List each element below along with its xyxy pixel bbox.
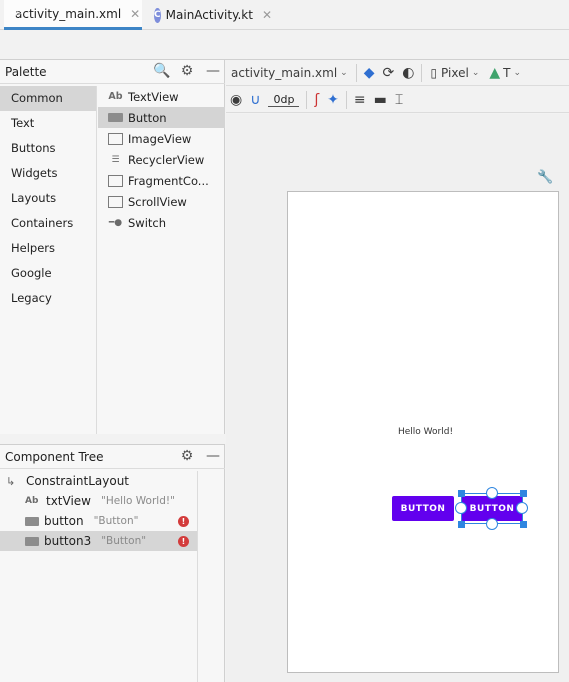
tab-activity-main-xml[interactable]: activity_main.xml ✕	[4, 0, 142, 30]
palette-item-recyclerview[interactable]: ☰ RecyclerView	[98, 149, 225, 170]
palette-category[interactable]: Buttons	[0, 136, 96, 161]
minimize-icon[interactable]: —	[205, 448, 221, 464]
hello-world-textview[interactable]: Hello World!	[398, 427, 453, 437]
clear-constraints-icon[interactable]: ʃ	[310, 92, 323, 108]
scrollview-icon	[108, 195, 123, 208]
chevron-down-icon: ⌄	[513, 67, 522, 78]
component-tree-panel: Component Tree ⚙ — ↳ ConstraintLayout Ab…	[0, 444, 225, 682]
textview-icon: Ab	[25, 496, 39, 506]
palette-panel: Palette 🔍 ⚙ — Common Text Buttons Widget…	[0, 60, 225, 434]
orientation-icon[interactable]: ⟳	[378, 65, 398, 81]
api-level-dropdown[interactable]: ▲ T ⌄	[484, 61, 526, 85]
textview-icon: Ab	[108, 91, 123, 102]
right-anchor[interactable]	[516, 502, 528, 514]
error-icon[interactable]: !	[178, 515, 189, 527]
android-icon: ▲	[489, 64, 501, 81]
tree-node-txtview[interactable]: Ab txtView "Hello World!"	[0, 491, 197, 511]
tree-node-constraintlayout[interactable]: ↳ ConstraintLayout	[0, 471, 197, 491]
resize-handle[interactable]	[458, 521, 465, 528]
chevron-down-icon: ⌄	[340, 67, 348, 78]
search-icon[interactable]: 🔍	[153, 63, 170, 79]
error-icon[interactable]: !	[178, 535, 189, 547]
palette-category[interactable]: Legacy	[0, 286, 96, 311]
component-tree-title: Component Tree	[5, 449, 104, 464]
design-toolbar: activity_main.xml ⌄ ◆ ⟳ ◐ ▯ Pixel ⌄ ▲ T ⌄	[226, 60, 569, 86]
close-icon[interactable]: ✕	[262, 8, 272, 22]
guidelines-icon[interactable]: ⌶	[391, 92, 407, 108]
palette-category[interactable]: Google	[0, 261, 96, 286]
button-icon	[108, 113, 123, 122]
palette-item-scrollview[interactable]: ScrollView	[98, 191, 225, 212]
layout-file-dropdown[interactable]: activity_main.xml ⌄	[226, 61, 353, 85]
image-icon	[108, 132, 123, 145]
gear-icon[interactable]: ⚙	[179, 63, 195, 79]
palette-item-textview[interactable]: Ab TextView	[98, 86, 225, 107]
editor-tab-bar: activity_main.xml ✕ C MainActivity.kt ✕	[0, 0, 569, 30]
palette-header: Palette 🔍 ⚙ —	[0, 60, 225, 84]
resize-handle[interactable]	[520, 521, 527, 528]
list-icon: ☰	[111, 154, 120, 165]
phone-icon: ▯	[430, 65, 438, 80]
night-mode-icon[interactable]: ◐	[398, 65, 418, 81]
chevron-down-icon: ⌄	[471, 67, 480, 78]
gear-icon[interactable]: ⚙	[179, 448, 195, 464]
palette-category-list: Common Text Buttons Widgets Layouts Cont…	[0, 86, 97, 434]
palette-category[interactable]: Helpers	[0, 236, 96, 261]
palette-item-list: Ab TextView Button ImageView ☰ RecyclerV…	[98, 86, 225, 233]
eye-icon[interactable]: ◉	[226, 92, 246, 108]
resize-handle[interactable]	[458, 490, 465, 497]
device-dropdown[interactable]: ▯ Pixel ⌄	[425, 61, 484, 85]
tree-node-button[interactable]: button "Button" !	[0, 511, 197, 531]
component-tree-header: Component Tree ⚙ —	[0, 445, 225, 469]
button-icon	[25, 536, 39, 546]
close-icon[interactable]: ✕	[130, 7, 140, 21]
magnet-icon[interactable]: ∪	[246, 92, 264, 108]
palette-category[interactable]: Containers	[0, 211, 96, 236]
palette-category[interactable]: Text	[0, 111, 96, 136]
infer-constraints-icon[interactable]: ✦	[323, 92, 343, 108]
tab-mainactivity-kt[interactable]: C MainActivity.kt ✕	[148, 0, 278, 30]
button-icon	[25, 516, 39, 526]
editor-subbar	[0, 30, 569, 60]
fragment-icon	[108, 174, 123, 187]
tab-label: MainActivity.kt	[165, 8, 253, 22]
default-margin-field[interactable]: 0dp	[268, 93, 300, 107]
palette-category[interactable]: Widgets	[0, 161, 96, 186]
switch-icon: ━●	[108, 217, 123, 228]
palette-item-switch[interactable]: ━● Switch	[98, 212, 225, 233]
resize-handle[interactable]	[520, 490, 527, 497]
constraint-toolbar: ◉ ∪ 0dp ʃ ✦ ≡ ▬ ⌶	[226, 87, 569, 113]
palette-item-imageview[interactable]: ImageView	[98, 128, 225, 149]
component-tree: ↳ ConstraintLayout Ab txtView "Hello Wor…	[0, 471, 198, 682]
palette-item-button[interactable]: Button	[98, 107, 225, 128]
palette-title: Palette	[5, 64, 47, 79]
kotlin-file-icon: C	[154, 7, 161, 23]
align-icon[interactable]: ▬	[370, 92, 391, 108]
palette-category[interactable]: Layouts	[0, 186, 96, 211]
palette-category[interactable]: Common	[0, 86, 96, 111]
minimize-icon[interactable]: —	[205, 63, 221, 79]
preview-button[interactable]: BUTTON	[392, 496, 454, 521]
constraint-layout-icon: ↳	[6, 474, 16, 488]
layers-icon[interactable]: ◆	[360, 65, 379, 81]
wrench-icon[interactable]: 🔧	[537, 170, 553, 185]
tab-label: activity_main.xml	[15, 6, 122, 21]
palette-item-fragmentcontainer[interactable]: FragmentCo...	[98, 170, 225, 191]
top-anchor[interactable]	[486, 487, 498, 499]
left-anchor[interactable]	[455, 502, 467, 514]
bottom-anchor[interactable]	[486, 518, 498, 530]
pack-icon[interactable]: ≡	[350, 92, 370, 108]
tree-node-button3[interactable]: button3 "Button" !	[0, 531, 197, 551]
